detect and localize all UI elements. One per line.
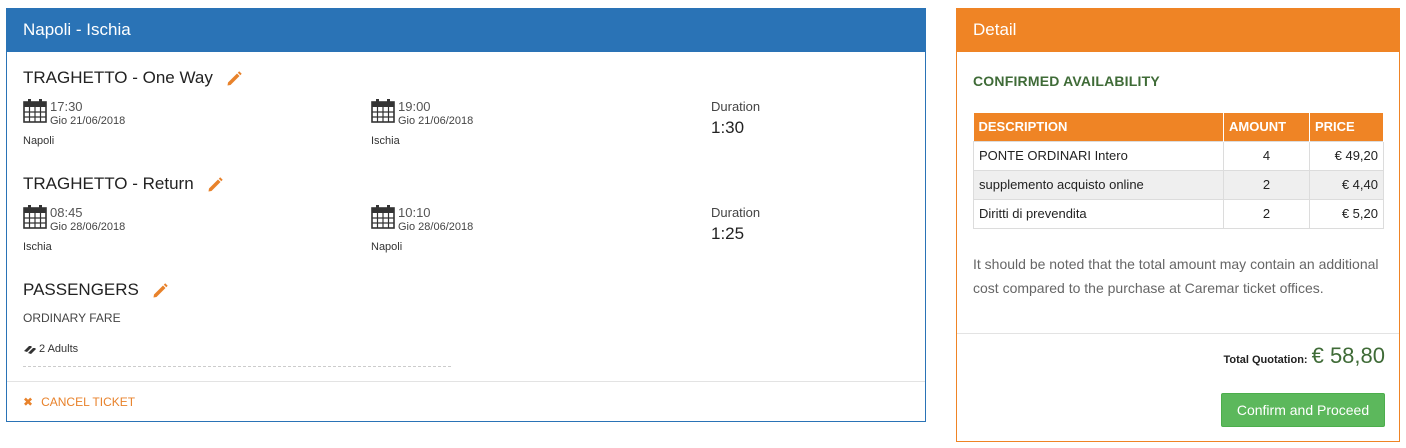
outbound-title: TRAGHETTO - One Way xyxy=(23,68,213,87)
total-quotation: Total Quotation: € 58,80 xyxy=(1223,343,1385,369)
quotation-table: DESCRIPTION AMOUNT PRICE PONTE ORDINARI … xyxy=(973,113,1384,229)
row-description: supplemento acquisto online xyxy=(973,169,1224,200)
arrival-date: Gio 21/06/2018 xyxy=(398,115,474,127)
arrival-port: Ischia xyxy=(371,135,400,147)
return-duration: Duration 1:25 xyxy=(711,205,760,244)
cancel-ticket-label: CANCEL TICKET xyxy=(41,395,136,409)
close-icon: ✖ xyxy=(23,395,34,409)
passengers-section: PASSENGERS ORDINARY FARE xyxy=(23,279,169,325)
row-amount: 2 xyxy=(1223,198,1310,229)
duration-value: 1:30 xyxy=(711,118,745,137)
calendar-icon xyxy=(371,99,395,123)
row-price: € 49,20 xyxy=(1309,140,1384,171)
column-header: AMOUNT xyxy=(1223,113,1310,141)
departure-port: Ischia xyxy=(23,241,52,253)
return-title: TRAGHETTO - Return xyxy=(23,174,194,193)
passenger-count: 2 Adults xyxy=(39,343,79,355)
table-row: Diritti di prevendita 2 € 5,20 xyxy=(973,198,1384,229)
return-trip: TRAGHETTO - Return 08:45 Gio 28/06/2018 … xyxy=(23,173,913,253)
column-header: PRICE xyxy=(1309,113,1384,141)
confirm-proceed-button[interactable]: Confirm and Proceed xyxy=(1221,393,1385,427)
departure-date: Gio 21/06/2018 xyxy=(50,115,126,127)
row-amount: 2 xyxy=(1223,169,1310,200)
passenger-count-row: 2 Adults xyxy=(23,343,451,367)
outbound-trip: TRAGHETTO - One Way 17:30 Gio 21/06/2018… xyxy=(23,67,913,147)
calendar-icon xyxy=(23,205,47,229)
departure-time: 08:45 xyxy=(50,205,83,220)
arrival-time: 19:00 xyxy=(398,99,431,114)
arrival-port: Napoli xyxy=(371,241,403,253)
pricing-note: It should be noted that the total amount… xyxy=(973,256,1379,296)
duration-value: 1:25 xyxy=(711,224,745,243)
arrival-date: Gio 28/06/2018 xyxy=(398,221,474,233)
detail-title: Detail xyxy=(957,9,1399,52)
itinerary-panel: Napoli - Ischia TRAGHETTO - One Way 17:3… xyxy=(6,8,926,422)
departure-time: 17:30 xyxy=(50,99,83,114)
calendar-icon xyxy=(23,99,47,123)
detail-divider xyxy=(957,333,1399,334)
ticket-icon xyxy=(24,346,36,354)
table-header: DESCRIPTION AMOUNT PRICE xyxy=(973,113,1384,141)
row-amount: 4 xyxy=(1223,140,1310,171)
cancel-ticket-link[interactable]: ✖ CANCEL TICKET xyxy=(23,395,135,409)
outbound-duration: Duration 1:30 xyxy=(711,99,760,138)
pencil-icon[interactable] xyxy=(206,175,224,193)
duration-label: Duration xyxy=(711,99,761,114)
detail-panel: Detail CONFIRMED AVAILABILITY DESCRIPTIO… xyxy=(956,8,1400,442)
table-row: supplemento acquisto online 2 € 4,40 xyxy=(973,169,1384,200)
row-description: Diritti di prevendita xyxy=(973,198,1224,229)
availability-status: CONFIRMED AVAILABILITY xyxy=(973,73,1160,89)
pencil-icon[interactable] xyxy=(225,69,243,87)
row-price: € 5,20 xyxy=(1309,198,1384,229)
column-header: DESCRIPTION xyxy=(973,113,1224,141)
calendar-icon xyxy=(371,205,395,229)
duration-label: Duration xyxy=(711,205,761,220)
row-price: € 4,40 xyxy=(1309,169,1384,200)
departure-date: Gio 28/06/2018 xyxy=(50,221,126,233)
total-value: € 58,80 xyxy=(1311,343,1385,368)
route-title: Napoli - Ischia xyxy=(7,9,925,52)
departure-port: Napoli xyxy=(23,135,55,147)
table-row: PONTE ORDINARI Intero 4 € 49,20 xyxy=(973,140,1384,171)
footer-divider xyxy=(7,381,925,382)
row-description: PONTE ORDINARI Intero xyxy=(973,140,1224,171)
total-label: Total Quotation: xyxy=(1223,354,1308,366)
fare-type: ORDINARY FARE xyxy=(23,311,121,325)
arrival-time: 10:10 xyxy=(398,205,431,220)
passengers-title: PASSENGERS xyxy=(23,280,139,299)
pencil-icon[interactable] xyxy=(151,281,169,299)
